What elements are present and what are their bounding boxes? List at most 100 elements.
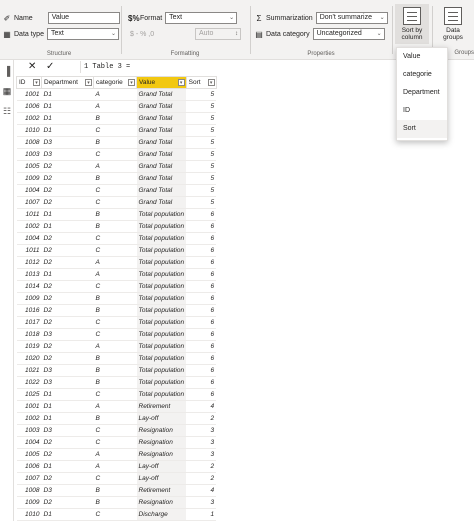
cell-sort[interactable]: 4: [186, 400, 217, 413]
table-row[interactable]: 1004 D2 C Total population 6: [16, 232, 217, 245]
cell-sort[interactable]: 6: [186, 292, 217, 305]
table-row[interactable]: 1010 D1 C Discharge 1: [16, 508, 217, 521]
formula-input[interactable]: 1 Table 3 =: [80, 61, 400, 73]
cell-department[interactable]: D3: [41, 376, 94, 389]
cell-value[interactable]: Lay-off: [136, 472, 187, 485]
cell-id[interactable]: 1008: [16, 136, 42, 149]
cell-id[interactable]: 1022: [16, 376, 42, 389]
cell-department[interactable]: D1: [41, 112, 94, 125]
cell-sort[interactable]: 6: [186, 316, 217, 329]
cell-categorie[interactable]: A: [93, 340, 137, 353]
cell-department[interactable]: D3: [41, 136, 94, 149]
cell-sort[interactable]: 6: [186, 232, 217, 245]
table-row[interactable]: 1018 D3 C Total population 6: [16, 328, 217, 341]
table-row[interactable]: 1004 D2 C Grand Total 5: [16, 184, 217, 197]
cell-categorie[interactable]: B: [93, 484, 137, 497]
cell-id[interactable]: 1011: [16, 244, 42, 257]
cell-value[interactable]: Grand Total: [136, 100, 187, 113]
cell-department[interactable]: D1: [41, 412, 94, 425]
column-header-sort[interactable]: Sort ▾: [185, 76, 217, 89]
cell-department[interactable]: D2: [41, 196, 94, 209]
cell-value[interactable]: Retirement: [136, 484, 187, 497]
cell-department[interactable]: D3: [41, 328, 94, 341]
table-row[interactable]: 1009 D2 B Grand Total 5: [16, 172, 217, 185]
cell-id[interactable]: 1016: [16, 304, 42, 317]
commit-formula-icon[interactable]: ✓: [46, 61, 54, 73]
cell-categorie[interactable]: B: [93, 136, 137, 149]
cell-department[interactable]: D2: [41, 436, 94, 449]
cell-value[interactable]: Grand Total: [136, 172, 187, 185]
cell-department[interactable]: D2: [41, 160, 94, 173]
cell-value[interactable]: Grand Total: [136, 112, 187, 125]
cell-sort[interactable]: 5: [186, 196, 217, 209]
table-row[interactable]: 1004 D2 C Resignation 3: [16, 436, 217, 449]
cell-id[interactable]: 1019: [16, 340, 42, 353]
cell-id[interactable]: 1012: [16, 256, 42, 269]
cell-department[interactable]: D3: [41, 424, 94, 437]
cell-sort[interactable]: 3: [186, 496, 217, 509]
cell-value[interactable]: Resignation: [136, 496, 187, 509]
cell-sort[interactable]: 4: [186, 484, 217, 497]
cell-categorie[interactable]: B: [93, 208, 137, 221]
cancel-formula-icon[interactable]: ✕: [28, 61, 36, 73]
cell-value[interactable]: Total population: [136, 376, 187, 389]
table-row[interactable]: 1002 D1 B Lay-off 2: [16, 412, 217, 425]
cell-sort[interactable]: 6: [186, 280, 217, 293]
number-format-symbols[interactable]: $ - % ,0: [130, 31, 192, 38]
cell-categorie[interactable]: C: [93, 196, 137, 209]
cell-categorie[interactable]: C: [93, 424, 137, 437]
cell-categorie[interactable]: C: [93, 232, 137, 245]
cell-sort[interactable]: 6: [186, 220, 217, 233]
table-row[interactable]: 1022 D3 B Total population 6: [16, 376, 217, 389]
cell-categorie[interactable]: B: [93, 376, 137, 389]
report-view-icon[interactable]: ▐: [2, 66, 12, 76]
menu-item-categorie[interactable]: categorie: [397, 66, 447, 84]
cell-categorie[interactable]: A: [93, 160, 137, 173]
cell-department[interactable]: D2: [41, 448, 94, 461]
column-header-department[interactable]: Department ▾: [41, 76, 94, 89]
cell-sort[interactable]: 3: [186, 424, 217, 437]
cell-sort[interactable]: 6: [186, 328, 217, 341]
cell-department[interactable]: D1: [41, 208, 94, 221]
cell-department[interactable]: D2: [41, 352, 94, 365]
cell-department[interactable]: D1: [41, 88, 94, 101]
cell-department[interactable]: D2: [41, 256, 94, 269]
cell-id[interactable]: 1011: [16, 208, 42, 221]
cell-department[interactable]: D2: [41, 340, 94, 353]
table-row[interactable]: 1007 D2 C Grand Total 5: [16, 196, 217, 209]
cell-categorie[interactable]: C: [93, 280, 137, 293]
cell-sort[interactable]: 6: [186, 364, 217, 377]
cell-id[interactable]: 1017: [16, 316, 42, 329]
table-row[interactable]: 1001 D1 A Grand Total 5: [16, 88, 217, 101]
table-row[interactable]: 1020 D2 B Total population 6: [16, 352, 217, 365]
table-row[interactable]: 1002 D1 B Grand Total 5: [16, 112, 217, 125]
cell-id[interactable]: 1002: [16, 220, 42, 233]
cell-sort[interactable]: 6: [186, 388, 217, 401]
cell-department[interactable]: D1: [41, 508, 94, 521]
table-row[interactable]: 1014 D2 C Total population 6: [16, 280, 217, 293]
cell-categorie[interactable]: C: [93, 388, 137, 401]
cell-sort[interactable]: 2: [186, 472, 217, 485]
cell-value[interactable]: Grand Total: [136, 184, 187, 197]
cell-sort[interactable]: 6: [186, 352, 217, 365]
cell-id[interactable]: 1010: [16, 124, 42, 137]
cell-department[interactable]: D2: [41, 232, 94, 245]
cell-value[interactable]: Total population: [136, 232, 187, 245]
cell-sort[interactable]: 3: [186, 436, 217, 449]
cell-id[interactable]: 1006: [16, 100, 42, 113]
cell-id[interactable]: 1003: [16, 424, 42, 437]
cell-department[interactable]: D2: [41, 172, 94, 185]
cell-sort[interactable]: 2: [186, 460, 217, 473]
cell-value[interactable]: Lay-off: [136, 412, 187, 425]
table-row[interactable]: 1007 D2 C Lay-off 2: [16, 472, 217, 485]
cell-id[interactable]: 1009: [16, 292, 42, 305]
cell-id[interactable]: 1025: [16, 388, 42, 401]
cell-department[interactable]: D2: [41, 184, 94, 197]
menu-item-department[interactable]: Department: [397, 84, 447, 102]
cell-value[interactable]: Discharge: [136, 508, 187, 521]
decimal-places-input[interactable]: Auto ↕: [195, 28, 241, 40]
cell-value[interactable]: Total population: [136, 256, 187, 269]
cell-categorie[interactable]: C: [93, 508, 137, 521]
cell-categorie[interactable]: C: [93, 316, 137, 329]
table-row[interactable]: 1005 D2 A Resignation 3: [16, 448, 217, 461]
